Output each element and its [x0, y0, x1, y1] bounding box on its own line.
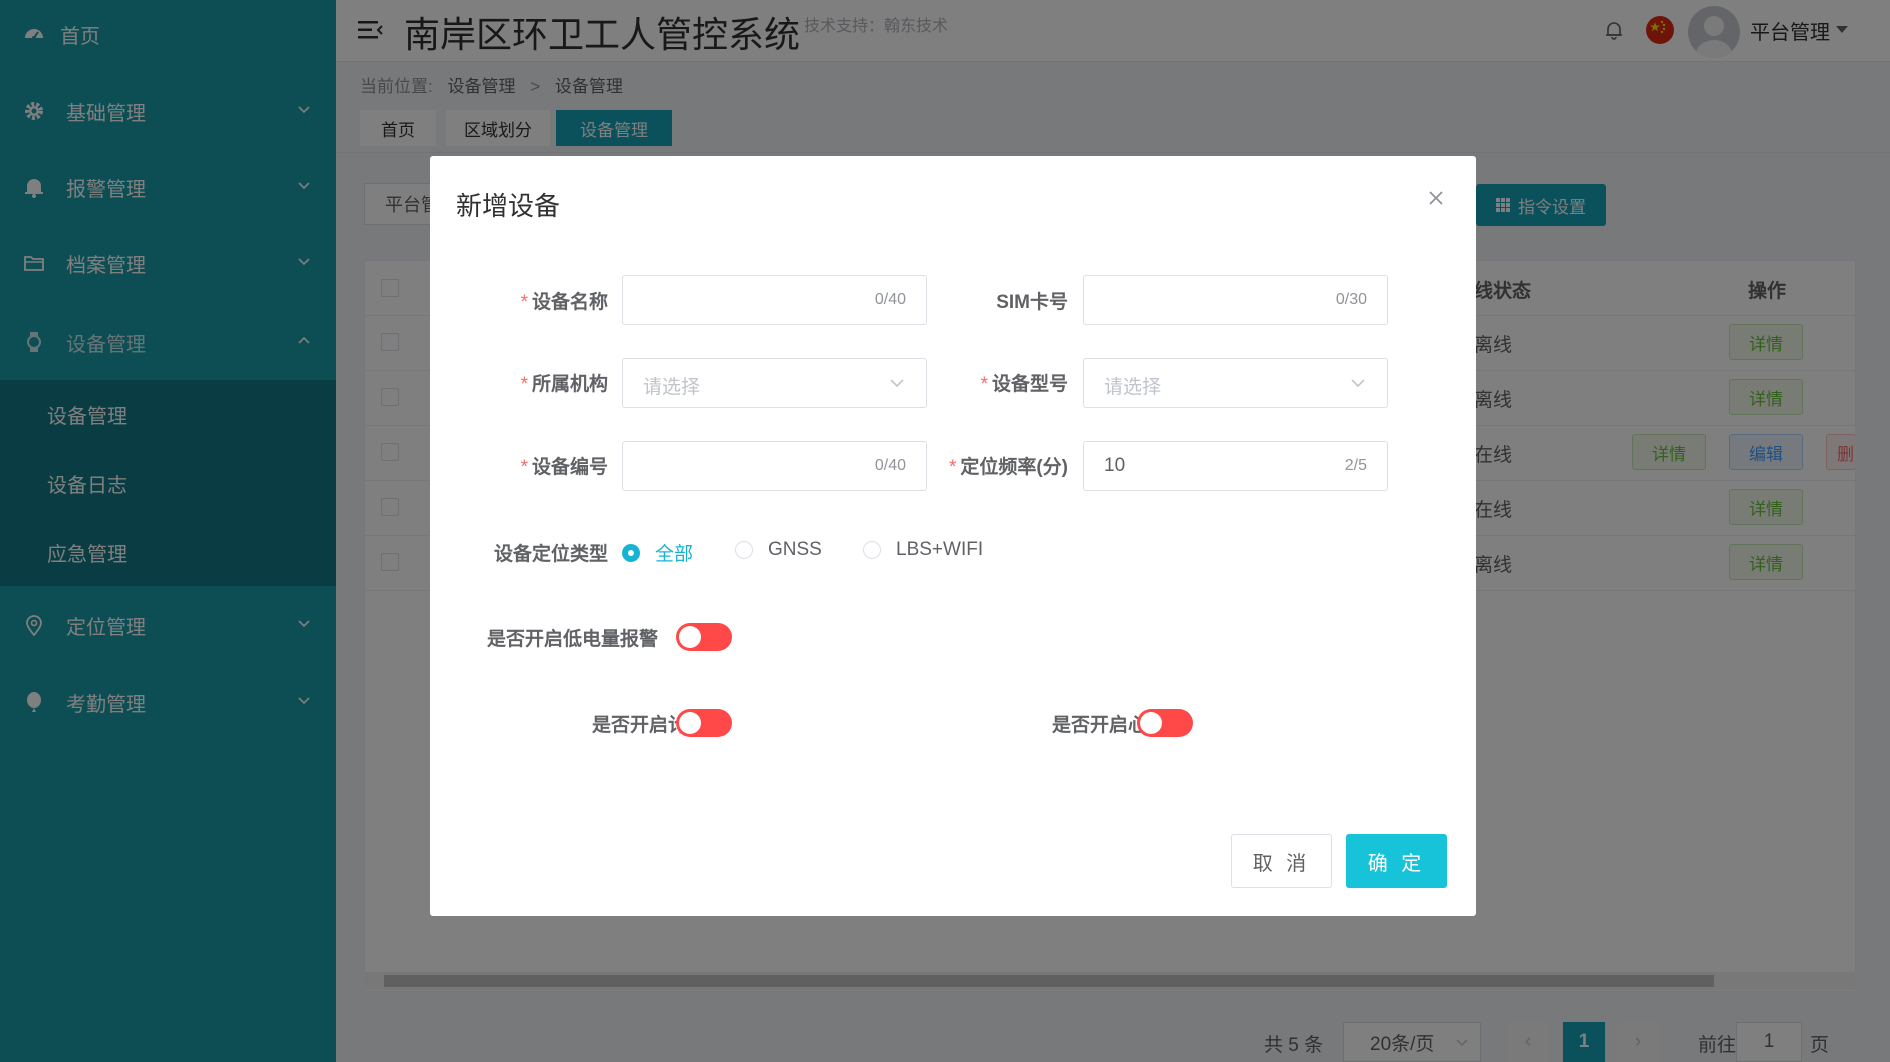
char-counter: 2/5 [1344, 457, 1367, 474]
org-select[interactable]: 请选择 [622, 358, 927, 408]
device-name-input[interactable]: 0/40 [622, 275, 927, 325]
radio-gnss[interactable]: GNSS [735, 539, 822, 561]
device-name-label: * 设备名称 [520, 292, 608, 313]
dialog-title: 新增设备 [456, 191, 561, 221]
sim-label: SIM卡号 [996, 292, 1068, 313]
model-label: * 设备型号 [980, 374, 1068, 395]
radio-lbs-wifi[interactable]: LBS+WIFI [863, 539, 983, 561]
locate-type-label: 设备定位类型 [493, 544, 608, 565]
model-select[interactable]: 请选择 [1083, 358, 1388, 408]
low-battery-label: 是否开启低电量报警 [487, 629, 659, 650]
char-counter: 0/30 [1335, 291, 1367, 308]
chevron-down-icon [890, 379, 904, 388]
freq-value: 10 [1104, 455, 1126, 476]
add-device-dialog: 新增设备 * 设备名称 0/40 SIM卡号 0/30 * 所属机构 请选择 * 设备… [430, 156, 1476, 916]
sim-input[interactable]: 0/30 [1083, 275, 1388, 325]
pedometer-switch[interactable] [676, 709, 732, 737]
radio-dot [622, 543, 640, 562]
radio-all[interactable]: 全部 [622, 539, 693, 566]
char-counter: 0/40 [874, 291, 906, 308]
chevron-down-icon [1351, 379, 1365, 388]
close-icon[interactable] [1426, 188, 1446, 208]
org-label: * 所属机构 [520, 374, 608, 395]
device-no-label: * 设备编号 [520, 457, 608, 478]
switch-knob [1140, 712, 1162, 734]
switch-knob [679, 712, 701, 734]
heart-rate-switch[interactable] [1137, 709, 1193, 737]
cancel-button[interactable]: 取 消 [1231, 834, 1332, 888]
org-placeholder: 请选择 [643, 377, 701, 398]
radio-dot [863, 541, 881, 559]
char-counter: 0/40 [874, 457, 906, 474]
device-no-input[interactable]: 0/40 [622, 441, 927, 491]
radio-dot [735, 541, 753, 559]
freq-label: * 定位频率(分) [948, 457, 1068, 478]
switch-knob [679, 626, 701, 648]
freq-input[interactable]: 10 2/5 [1083, 441, 1388, 491]
model-placeholder: 请选择 [1104, 377, 1162, 398]
low-battery-switch[interactable] [676, 623, 732, 651]
confirm-button[interactable]: 确 定 [1346, 834, 1447, 888]
